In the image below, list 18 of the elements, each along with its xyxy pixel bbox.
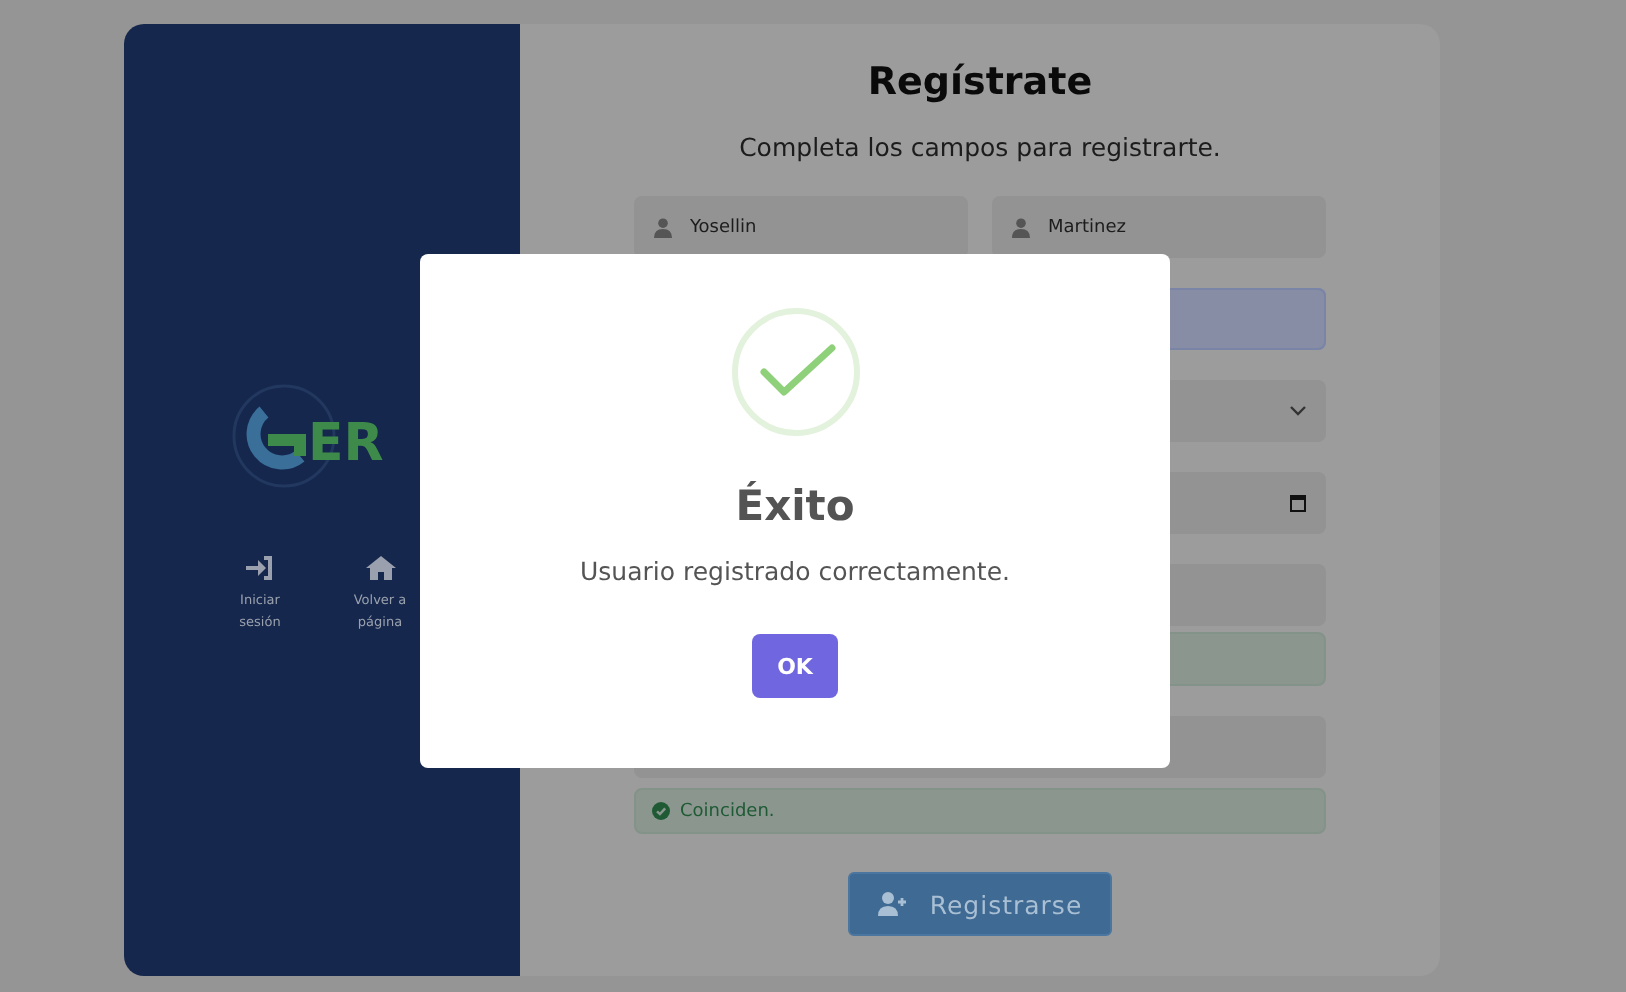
chevron-down-icon xyxy=(1290,406,1306,416)
dialog-message: Usuario registrado correctamente. xyxy=(580,556,1010,588)
input-field[interactable]: Martinez xyxy=(992,196,1326,258)
form-subtitle: Completa los campos para registrarte. xyxy=(737,132,1223,164)
calendar-icon xyxy=(1290,494,1306,512)
login-icon xyxy=(246,556,274,580)
dialog-title: Éxito xyxy=(735,480,855,532)
success-alert: Coinciden. xyxy=(634,788,1326,834)
input-field[interactable]: Yosellin xyxy=(634,196,968,258)
check-circle-icon xyxy=(652,802,670,820)
ok-button[interactable]: OK xyxy=(752,634,838,698)
person-icon xyxy=(1012,217,1030,237)
person-icon xyxy=(654,217,672,237)
home-icon xyxy=(365,556,395,580)
register-button[interactable]: Registrarse xyxy=(848,872,1112,936)
form-title: Regístrate xyxy=(865,58,1095,106)
check-icon xyxy=(731,308,859,436)
add-user-icon xyxy=(877,892,910,916)
